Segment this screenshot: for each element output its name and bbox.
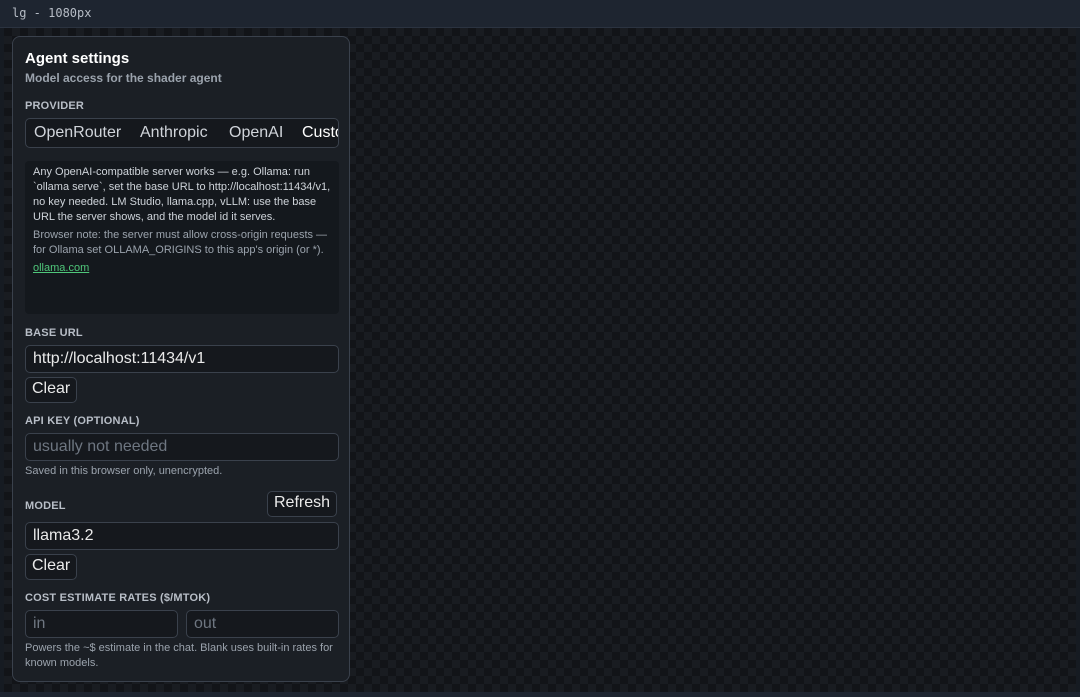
tab-openrouter[interactable]: OpenRouter: [34, 124, 121, 142]
cost-in-input[interactable]: in: [25, 610, 178, 638]
info-text: Any OpenAI-compatible server works — e.g…: [33, 166, 331, 223]
panel-subtitle: Model access for the shader agent: [25, 71, 222, 85]
cost-rates-label: COST ESTIMATE RATES ($/MTOK): [25, 592, 211, 604]
agent-settings-panel: Agent settings Model access for the shad…: [12, 36, 350, 682]
ollama-link[interactable]: ollama.com: [33, 261, 89, 276]
base-url-input[interactable]: http://localhost:11434/v1: [25, 345, 339, 373]
base-url-label: BASE URL: [25, 327, 83, 339]
panel-title: Agent settings: [25, 50, 130, 67]
api-key-input[interactable]: usually not needed: [25, 433, 339, 461]
model-clear-button[interactable]: Clear: [25, 554, 78, 580]
tab-custom[interactable]: Custom: [302, 124, 338, 142]
cost-out-input[interactable]: out: [186, 610, 339, 638]
provider-info-box: Any OpenAI-compatible server works — e.g…: [25, 161, 339, 314]
api-key-label: API KEY (OPTIONAL): [25, 415, 140, 427]
model-label: MODEL: [25, 500, 66, 512]
bottom-strip: [0, 692, 1080, 697]
window-titlebar: lg - 1080px: [0, 0, 1080, 28]
cost-hint: Powers the ~$ estimate in the chat. Blan…: [25, 642, 333, 669]
model-input[interactable]: llama3.2: [25, 522, 339, 550]
model-refresh-button[interactable]: Refresh: [267, 491, 338, 517]
provider-tabs: OpenRouter Anthropic OpenAI Custom: [25, 118, 339, 148]
tab-openai[interactable]: OpenAI: [229, 124, 283, 142]
window-title: lg - 1080px: [12, 6, 92, 20]
tab-anthropic[interactable]: Anthropic: [140, 124, 208, 142]
info-note: Browser note: the server must allow cros…: [33, 229, 328, 256]
provider-label: PROVIDER: [25, 100, 85, 112]
api-key-hint: Saved in this browser only, unencrypted.: [25, 465, 223, 477]
base-url-clear-button[interactable]: Clear: [25, 377, 78, 403]
